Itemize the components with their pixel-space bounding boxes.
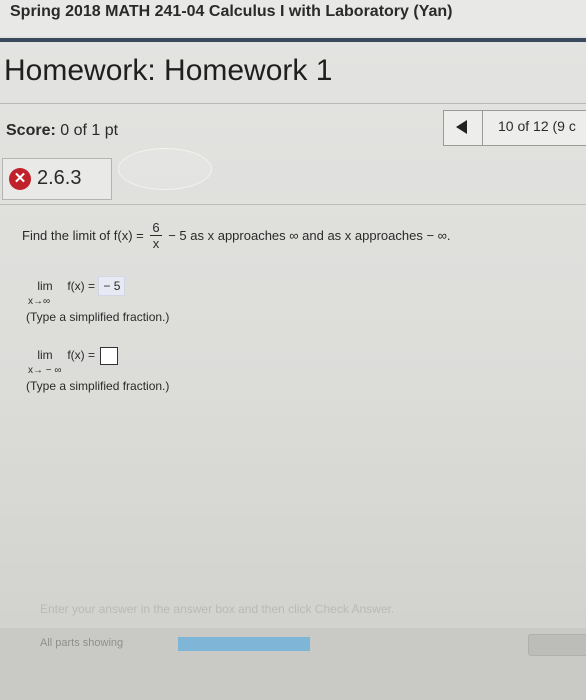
answer-input-filled[interactable]: − 5 [98,276,126,296]
limit-row: lim f(x) = [26,345,169,365]
homework-title: Homework: Homework 1 [4,54,333,87]
limit-function: f(x) = [67,348,96,362]
question-navigator: 10 of 12 (9 c [443,110,586,146]
homework-page: Spring 2018 MATH 241-04 Calculus I with … [0,0,586,700]
parts-progress-bar [178,637,310,651]
limit-part-negative: lim f(x) = x→ − ∞ (Type a simplified fra… [26,345,169,394]
parts-progress-fill [178,637,310,651]
limit-subscript: x→∞ [28,296,51,307]
course-title: Spring 2018 MATH 241-04 Calculus I with … [10,3,453,20]
score-value: 0 of 1 pt [60,122,119,139]
lim-word: lim [37,348,53,362]
check-answer-button[interactable] [528,634,586,656]
triangle-left-icon[interactable] [456,120,467,134]
title-divider [0,103,586,104]
parts-showing-label: All parts showing [40,637,124,649]
question-number: 2.6.3 [37,167,82,189]
limit-row: lim f(x) = − 5 [26,276,169,296]
answer-input-empty[interactable] [100,346,119,365]
answer-hint: (Type a simplified fraction.) [26,379,170,393]
prompt-start: Find the limit of f(x) = [22,228,144,243]
screen-glare [118,148,212,190]
fraction-numerator: 6 [150,220,162,236]
navigator-separator [482,111,483,145]
fraction-denominator: x [152,236,160,251]
question-prompt: Find the limit of f(x) = 6 x − 5 as x ap… [22,220,582,251]
score-label: Score: [6,122,56,139]
question-position[interactable]: 10 of 12 (9 c [498,118,576,134]
footer-instruction: Enter your answer in the answer box and … [40,602,395,616]
question-header: ✕ 2.6.3 [2,158,112,200]
limit-part-positive: lim f(x) = − 5 x→∞ (Type a simplified fr… [26,276,169,325]
prompt-end: − 5 as x approaches ∞ and as x approache… [168,228,451,243]
incorrect-x-icon: ✕ [9,168,31,190]
limit-subscript: x→ − ∞ [28,365,62,376]
limit-function: f(x) = [67,279,96,293]
course-header: Spring 2018 MATH 241-04 Calculus I with … [0,0,586,36]
prompt-fraction: 6 x [150,220,162,251]
answer-hint: (Type a simplified fraction.) [26,310,170,324]
score-display: Score: 0 of 1 pt [6,122,118,140]
footer-bar: All parts showing [0,628,586,700]
question-divider [0,204,586,205]
header-rule [0,38,586,42]
lim-word: lim [37,279,53,293]
